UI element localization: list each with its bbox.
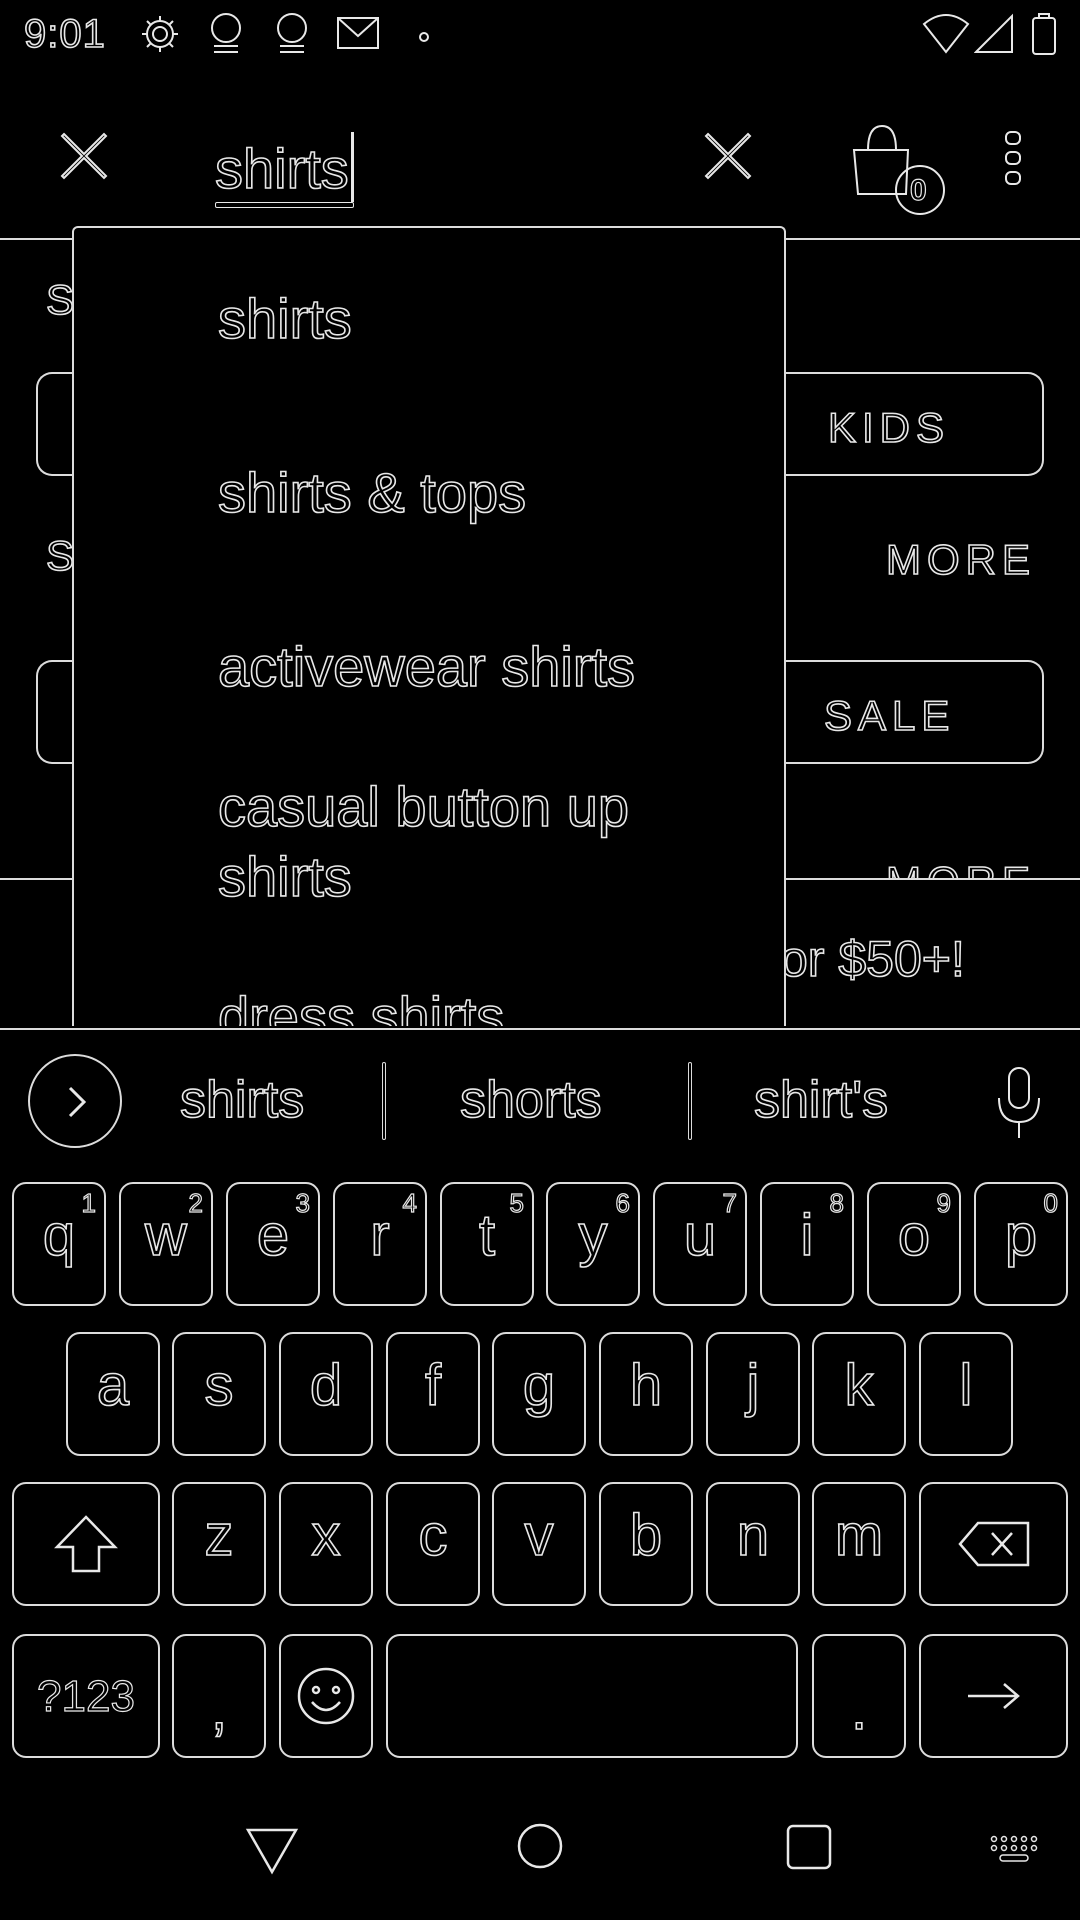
key-r[interactable]: r4 [333, 1182, 427, 1306]
key-o[interactable]: o9 [867, 1182, 961, 1306]
more-label: MORE [885, 858, 1036, 880]
key-f[interactable]: f [386, 1332, 480, 1456]
key-q[interactable]: q1 [12, 1182, 106, 1306]
key-s[interactable]: s [172, 1332, 266, 1456]
backspace-icon [957, 1521, 1029, 1567]
text-caret [350, 132, 354, 202]
back-button[interactable] [244, 1822, 300, 1878]
key-g[interactable]: g [492, 1332, 586, 1456]
symbols-key[interactable]: ?123 [12, 1634, 160, 1758]
key-a[interactable]: a [66, 1332, 160, 1456]
dot-icon [418, 30, 430, 48]
microphone-icon [998, 1067, 1040, 1138]
shopping-bag-button[interactable]: 0 [850, 116, 960, 216]
wifi-icon [922, 12, 970, 61]
chevron-right-icon [68, 1086, 87, 1118]
strip-separator [688, 1062, 692, 1140]
key-n[interactable]: n [706, 1482, 800, 1606]
abc-news-icon [206, 12, 246, 61]
soft-keyboard: shirts shorts shirt's q1 w2 e3 r4 t5 y6 … [0, 1028, 1080, 1782]
key-b[interactable]: b [599, 1482, 693, 1606]
more-link[interactable]: MORE [885, 535, 1036, 584]
strip-word-right[interactable]: shirt's [753, 1070, 889, 1130]
key-x[interactable]: x [279, 1482, 373, 1606]
expand-strip-button[interactable] [28, 1054, 122, 1148]
status-time: 9:01 [23, 11, 106, 57]
kids-label: KIDS [827, 403, 951, 452]
keyboard-switch-icon[interactable] [988, 1834, 1040, 1866]
key-k[interactable]: k [812, 1332, 906, 1456]
go-key[interactable] [919, 1634, 1068, 1758]
gmail-icon [334, 12, 382, 57]
key-t[interactable]: t5 [440, 1182, 534, 1306]
key-i[interactable]: i8 [760, 1182, 854, 1306]
key-c[interactable]: c [386, 1482, 480, 1606]
key-l[interactable]: l [919, 1332, 1013, 1456]
key-z[interactable]: z [172, 1482, 266, 1606]
search-app-bar: shirts 0 [0, 72, 1080, 240]
section-heading-fragment: S [45, 531, 75, 580]
microphone-button[interactable] [994, 1064, 1044, 1144]
divider [786, 878, 1080, 880]
clear-search-button[interactable] [700, 128, 756, 184]
more-options-button[interactable] [995, 128, 1031, 188]
key-y[interactable]: y6 [546, 1182, 640, 1306]
status-bar: 9:01 [0, 0, 1080, 72]
suggestion-item[interactable]: shirts [217, 284, 738, 354]
period-key[interactable]: . [812, 1634, 906, 1758]
suggestion-item[interactable]: casual button up shirts [217, 772, 738, 912]
abc-news-icon [272, 12, 312, 61]
key-h[interactable]: h [599, 1332, 693, 1456]
strip-word-center[interactable]: shorts [459, 1070, 602, 1130]
composing-underline [215, 202, 354, 208]
shift-arrow-icon [54, 1515, 118, 1573]
comma-key[interactable]: , [172, 1634, 266, 1758]
shopping-bag-icon [852, 124, 945, 215]
arrow-right-icon [967, 1683, 1020, 1709]
battery-icon [1030, 12, 1058, 61]
key-e[interactable]: e3 [226, 1182, 320, 1306]
search-input[interactable]: shirts [214, 132, 354, 208]
kids-button[interactable]: KIDS [784, 372, 1044, 476]
key-j[interactable]: j [706, 1332, 800, 1456]
spacebar[interactable] [386, 1634, 798, 1758]
key-w[interactable]: w2 [119, 1182, 213, 1306]
strip-word-left[interactable]: shirts [179, 1070, 305, 1130]
promo-banner-text: or $50+! [779, 930, 965, 988]
strip-separator [382, 1062, 386, 1140]
cellular-icon [973, 12, 1014, 61]
gear-icon [138, 12, 182, 61]
suggestion-item[interactable]: activewear shirts [217, 632, 738, 702]
suggestion-strip: shirts shorts shirt's [0, 1030, 1080, 1166]
navigation-bar [0, 1782, 1080, 1920]
close-search-button[interactable] [52, 124, 116, 188]
sale-button[interactable]: SALE [784, 660, 1044, 764]
cart-count-badge: 0 [909, 173, 927, 207]
emoji-icon [297, 1667, 355, 1725]
recents-button[interactable] [784, 1822, 834, 1872]
section-heading-fragment: S [45, 275, 75, 324]
suggestion-item[interactable]: shirts & tops [217, 458, 738, 528]
key-d[interactable]: d [279, 1332, 373, 1456]
key-p[interactable]: p0 [974, 1182, 1068, 1306]
emoji-key[interactable] [279, 1634, 373, 1758]
home-button[interactable] [516, 1822, 564, 1870]
backspace-key[interactable] [919, 1482, 1068, 1606]
suggestion-item[interactable]: dress shirts [217, 982, 738, 1026]
divider [0, 878, 72, 880]
sale-label: SALE [823, 691, 956, 740]
key-u[interactable]: u7 [653, 1182, 747, 1306]
key-m[interactable]: m [812, 1482, 906, 1606]
search-suggestions-dropdown: shirts shirts & tops activewear shirts c… [72, 226, 786, 1026]
more-link-clipped[interactable]: MORE [870, 858, 1040, 880]
shift-key[interactable] [12, 1482, 160, 1606]
key-v[interactable]: v [492, 1482, 586, 1606]
search-query-text: shirts [214, 136, 349, 201]
